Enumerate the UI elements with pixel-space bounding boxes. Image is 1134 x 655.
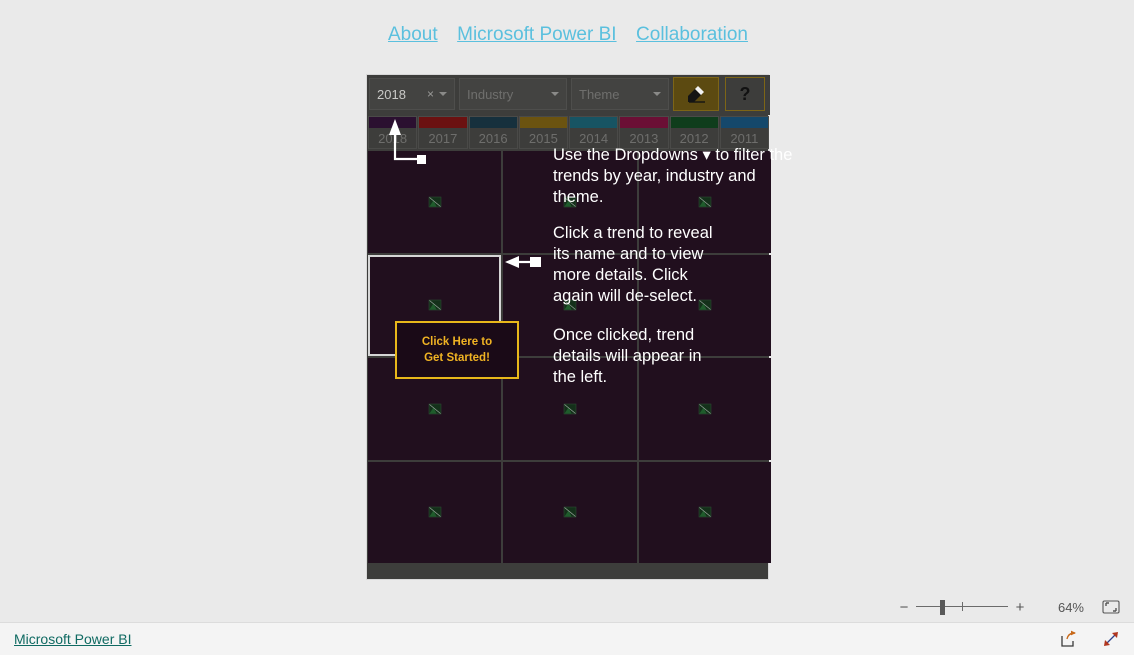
year-tile-label: 2014 xyxy=(579,130,609,146)
industry-slicer-placeholder: Industry xyxy=(467,86,514,102)
broken-image-icon xyxy=(563,506,577,518)
trend-tile[interactable] xyxy=(639,254,771,356)
help-button[interactable]: ? xyxy=(725,77,765,111)
trend-tile[interactable] xyxy=(368,461,501,563)
year-tile-label: 2013 xyxy=(629,130,659,146)
theme-slicer[interactable]: Theme xyxy=(571,78,669,110)
trend-tile[interactable] xyxy=(639,461,771,563)
broken-image-icon xyxy=(698,196,712,208)
nav-link-collaboration[interactable]: Collaboration xyxy=(636,24,748,46)
page-root: About Microsoft Power BI Collaboration 2… xyxy=(0,0,1134,655)
footer-link-microsoft-power-bi[interactable]: Microsoft Power BI xyxy=(14,631,131,647)
year-tile-strip: 2018 2017 2016 2015 2014 2013 2012 2011 xyxy=(368,116,769,149)
eraser-icon xyxy=(688,86,705,103)
zoom-slider[interactable] xyxy=(916,600,1008,615)
broken-image-icon xyxy=(563,403,577,415)
broken-image-icon xyxy=(698,299,712,311)
trend-tile[interactable] xyxy=(503,151,637,253)
year-tile-2016[interactable]: 2016 xyxy=(468,116,518,149)
broken-image-icon xyxy=(428,196,441,208)
report-toolbar: 2018 × Industry Theme ? xyxy=(367,75,770,115)
trend-tile[interactable] xyxy=(503,358,637,460)
nav-link-microsoft-power-bi[interactable]: Microsoft Power BI xyxy=(457,24,616,46)
zoom-slider-tick xyxy=(962,602,963,611)
year-tile-2014[interactable]: 2014 xyxy=(569,116,619,149)
chevron-down-icon[interactable] xyxy=(439,92,447,96)
broken-image-icon xyxy=(698,506,712,518)
zoom-slider-thumb[interactable] xyxy=(940,600,945,615)
nav-link-about[interactable]: About xyxy=(388,24,438,46)
industry-slicer[interactable]: Industry xyxy=(459,78,567,110)
trend-tile[interactable] xyxy=(368,151,501,253)
year-tile-label: 2011 xyxy=(730,130,759,146)
share-icon xyxy=(1061,630,1076,647)
theme-slicer-placeholder: Theme xyxy=(579,86,620,102)
year-tile-label: 2018 xyxy=(378,130,408,146)
year-tile-2015[interactable]: 2015 xyxy=(518,116,568,149)
fullscreen-button[interactable] xyxy=(1102,630,1120,648)
year-slicer[interactable]: 2018 × xyxy=(369,78,455,110)
year-color-swatch xyxy=(720,117,768,128)
year-color-swatch xyxy=(369,117,417,128)
year-tile-2018[interactable]: 2018 xyxy=(368,116,418,149)
footer-icon-group xyxy=(1060,630,1120,648)
help-label: ? xyxy=(739,83,751,104)
year-tile-2012[interactable]: 2012 xyxy=(669,116,719,149)
broken-image-icon xyxy=(563,299,577,311)
broken-image-icon xyxy=(698,403,712,415)
year-slicer-value: 2018 xyxy=(377,86,406,102)
fit-to-screen-button[interactable] xyxy=(1102,600,1120,614)
year-color-swatch xyxy=(519,117,567,128)
year-slicer-clear-icon[interactable]: × xyxy=(427,87,434,101)
click-here-to-get-started-button[interactable]: Click Here to Get Started! xyxy=(395,321,519,379)
zoom-out-button[interactable]: − xyxy=(896,599,912,616)
get-started-line2: Get Started! xyxy=(424,352,490,364)
year-tile-2011[interactable]: 2011 xyxy=(719,116,769,149)
fit-to-screen-icon xyxy=(1102,600,1120,614)
powerbi-report-canvas: 2018 × Industry Theme ? 2018 2017 2016 2… xyxy=(366,74,792,580)
trend-tile[interactable] xyxy=(503,254,637,356)
trend-tile[interactable] xyxy=(503,461,637,563)
chevron-down-icon[interactable] xyxy=(551,92,559,96)
broken-image-icon xyxy=(563,196,577,208)
year-color-swatch xyxy=(419,117,467,128)
year-color-swatch xyxy=(620,117,668,128)
year-tile-2017[interactable]: 2017 xyxy=(418,116,468,149)
zoom-level-label: 64% xyxy=(1057,599,1084,615)
year-color-swatch xyxy=(570,117,618,128)
year-tile-2013[interactable]: 2013 xyxy=(619,116,669,149)
year-color-swatch xyxy=(670,117,718,128)
year-tile-label: 2016 xyxy=(478,130,508,146)
footer-bar: Microsoft Power BI xyxy=(0,622,1134,655)
share-button[interactable] xyxy=(1060,630,1078,648)
broken-image-icon xyxy=(428,403,441,415)
broken-image-icon xyxy=(428,506,441,518)
get-started-line1: Click Here to xyxy=(421,336,493,348)
broken-image-icon xyxy=(428,299,441,311)
zoom-status-bar: − + 64% xyxy=(0,592,1134,622)
trend-tile[interactable] xyxy=(639,358,771,460)
clear-filters-button[interactable] xyxy=(673,77,719,111)
trend-tile[interactable] xyxy=(639,151,771,253)
year-tile-label: 2012 xyxy=(679,130,709,146)
fullscreen-icon xyxy=(1104,632,1118,646)
zoom-in-button[interactable]: + xyxy=(1012,599,1028,616)
year-tile-label: 2015 xyxy=(528,130,558,146)
year-tile-label: 2017 xyxy=(428,130,458,146)
year-color-swatch xyxy=(469,117,517,128)
chevron-down-icon[interactable] xyxy=(653,92,661,96)
top-navigation: About Microsoft Power BI Collaboration xyxy=(366,0,770,70)
